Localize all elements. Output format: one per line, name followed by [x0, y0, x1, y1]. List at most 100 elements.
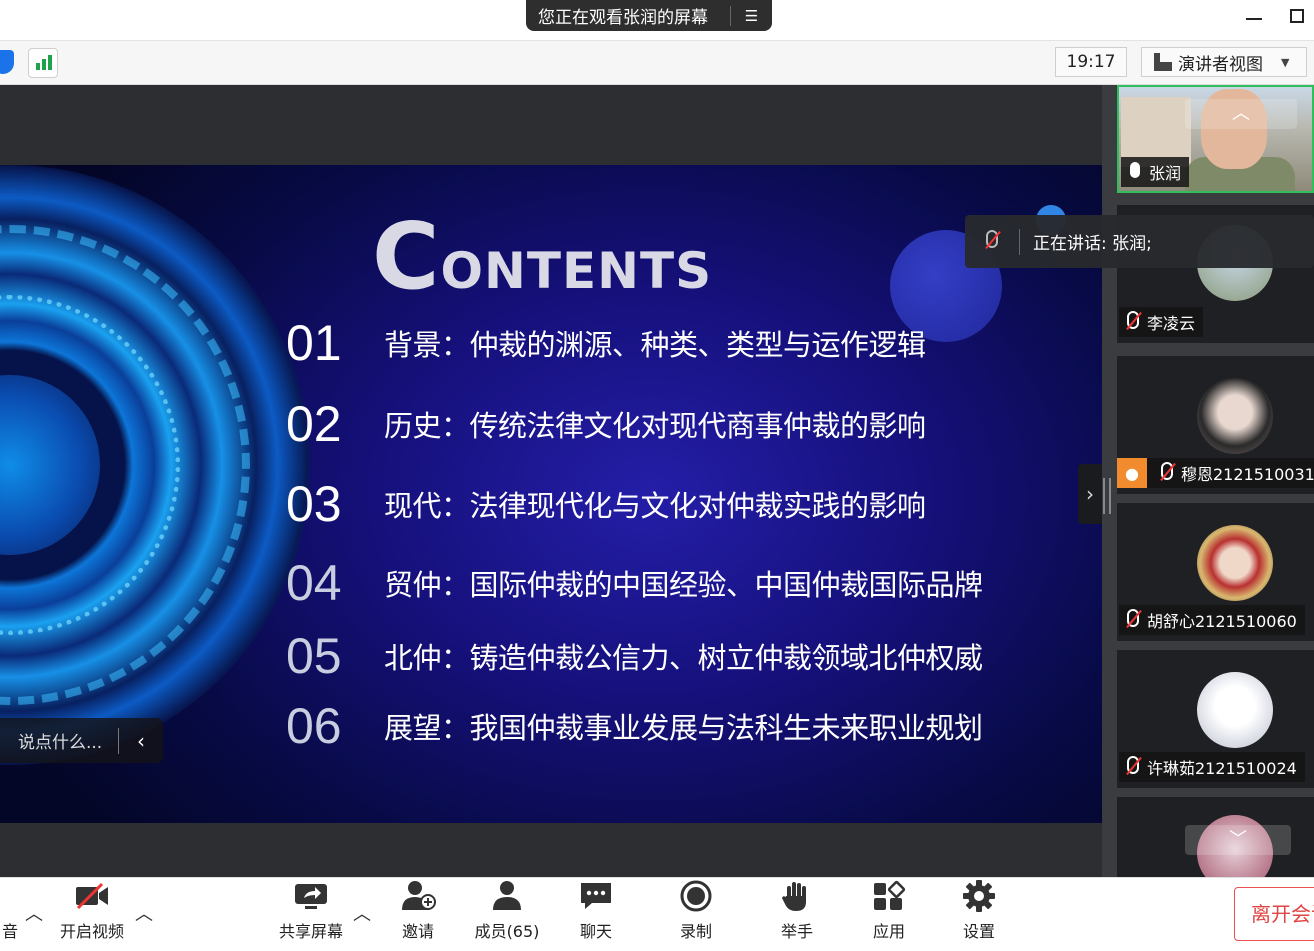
- item-number: 05: [286, 628, 342, 684]
- list-menu-icon[interactable]: ☰: [731, 7, 772, 25]
- mic-muted-icon: [965, 230, 1019, 253]
- record-button[interactable]: 录制: [676, 878, 716, 951]
- contents-item: 02 历史：传统法律文化对现代商事仲裁的影响: [286, 394, 926, 454]
- item-text: 展望：我国仲裁事业发展与法科生未来职业规划: [384, 711, 983, 745]
- participant-name: 胡舒心2121510060: [1147, 612, 1297, 631]
- participant-tile[interactable]: 胡舒心2121510060: [1117, 503, 1314, 641]
- contents-item: 03 现代：法律现代化与文化对仲裁实践的影响: [286, 474, 926, 534]
- slide-title: CONTENTS: [372, 203, 713, 310]
- view-mode-label: 演讲者视图: [1178, 54, 1263, 75]
- share-screen-button[interactable]: 共享屏幕: [276, 878, 346, 951]
- share-screen-icon: [293, 880, 329, 912]
- apps-label: 应用: [872, 922, 905, 941]
- user-icon: ●: [1117, 458, 1147, 488]
- video-off-icon: [74, 880, 110, 912]
- add-user-icon: [400, 880, 436, 912]
- meeting-toolbar: 19:17 演讲者视图 ▼: [0, 41, 1314, 85]
- chevron-up-icon[interactable]: ︿: [135, 900, 153, 926]
- participant-tile[interactable]: ︿ 张润: [1117, 85, 1314, 193]
- chat-bubble-icon: [578, 880, 614, 912]
- audio-label: 音: [1, 922, 18, 941]
- active-speaker-text: 正在讲话: 张润;: [1033, 234, 1152, 254]
- start-video-button[interactable]: 开启视频: [56, 878, 128, 951]
- participant-avatar: [1197, 525, 1273, 601]
- meeting-timer: 19:17: [1055, 47, 1127, 77]
- participant-tile[interactable]: ● 穆恩2121510031: [1117, 356, 1314, 494]
- chevron-left-icon[interactable]: ‹: [119, 729, 163, 753]
- scroll-down-button[interactable]: ﹀: [1185, 825, 1291, 855]
- item-number: 01: [286, 315, 342, 371]
- item-text: 现代：法律现代化与文化对仲裁实践的影响: [384, 489, 926, 523]
- apps-grid-icon: [871, 880, 907, 912]
- maximize-icon[interactable]: [1290, 9, 1304, 23]
- contents-item: 05 北仲：铸造仲裁公信力、树立仲裁领域北仲权威: [286, 626, 983, 686]
- active-speaker-banner: 正在讲话: 张润;: [965, 215, 1314, 268]
- contents-item: 06 展望：我国仲裁事业发展与法科生未来职业规划: [286, 696, 983, 756]
- participant-name: 穆恩2121510031: [1181, 465, 1314, 484]
- members-icon: [489, 880, 525, 912]
- apps-button[interactable]: 应用: [869, 878, 909, 951]
- leave-meeting-button[interactable]: 离开会议: [1234, 887, 1314, 941]
- record-label: 录制: [679, 922, 712, 941]
- video-label: 开启视频: [59, 922, 124, 941]
- participant-name: 张润: [1149, 164, 1182, 183]
- item-text: 贸仲：国际仲裁的中国经验、中国仲裁国际品牌: [384, 568, 983, 602]
- participant-avatar: [1197, 378, 1273, 454]
- chat-label: 聊天: [579, 922, 612, 941]
- layout-icon: [1154, 53, 1172, 71]
- settings-label: 设置: [962, 922, 995, 941]
- record-icon: [678, 880, 714, 912]
- invite-button[interactable]: 邀请: [398, 878, 438, 951]
- chat-button[interactable]: 聊天: [576, 878, 616, 951]
- mic-muted-icon: [1119, 609, 1147, 631]
- contents-item: 04 贸仲：国际仲裁的中国经验、中国仲裁国际品牌: [286, 553, 983, 613]
- mic-muted-icon: [1119, 311, 1147, 333]
- chat-input-box[interactable]: 说点什么... ‹: [0, 718, 163, 763]
- chevron-down-icon: ▼: [1281, 55, 1290, 69]
- members-label: 成员(65): [474, 922, 540, 941]
- contents-item: 01 背景：仲裁的渊源、种类、类型与运作逻辑: [286, 313, 926, 373]
- share-label: 共享屏幕: [278, 922, 343, 941]
- presentation-slide: CONTENTS 01 背景：仲裁的渊源、种类、类型与运作逻辑 02 历史：传统…: [0, 165, 1102, 823]
- scroll-up-button[interactable]: ︿: [1185, 99, 1297, 129]
- mic-muted-icon: [1119, 756, 1147, 778]
- chevron-up-icon[interactable]: ︿: [25, 900, 43, 926]
- settings-button[interactable]: 设置: [959, 878, 999, 951]
- participant-tile[interactable]: ﹀: [1117, 797, 1314, 877]
- chevron-up-icon[interactable]: ︿: [353, 900, 371, 926]
- collapse-panel-button[interactable]: ›: [1078, 464, 1102, 524]
- participant-name-tag: 李凌云: [1119, 307, 1204, 337]
- shared-screen-area: CONTENTS 01 背景：仲裁的渊源、种类、类型与运作逻辑 02 历史：传统…: [0, 85, 1102, 877]
- members-button[interactable]: 成员(65): [472, 878, 542, 951]
- security-shield-icon[interactable]: [0, 50, 14, 74]
- participant-name-tag: ● 穆恩2121510031: [1117, 458, 1314, 488]
- invite-label: 邀请: [401, 922, 434, 941]
- view-mode-dropdown[interactable]: 演讲者视图 ▼: [1141, 47, 1307, 77]
- participant-name: 许琳茹2121510024: [1147, 759, 1297, 778]
- item-text: 北仲：铸造仲裁公信力、树立仲裁领域北仲权威: [384, 641, 983, 675]
- mic-on-icon: [1121, 162, 1149, 182]
- item-text: 历史：传统法律文化对现代商事仲裁的影响: [384, 409, 926, 443]
- item-number: 04: [286, 555, 342, 611]
- item-number: 03: [286, 476, 342, 532]
- item-number: 06: [286, 698, 342, 754]
- sharing-notice-text: 您正在观看张润的屏幕: [538, 8, 708, 28]
- item-text: 背景：仲裁的渊源、种类、类型与运作逻辑: [384, 328, 926, 362]
- participant-name-tag: 许琳茹2121510024: [1119, 752, 1305, 782]
- meeting-controls-bar: 音 ︿ 开启视频 ︿ 共享屏幕 ︿ 邀请 成员(65) 聊天 录制 举手 应用 …: [0, 877, 1314, 951]
- network-signal-icon[interactable]: [28, 48, 58, 78]
- participant-name: 李凌云: [1147, 314, 1196, 333]
- panel-resize-handle[interactable]: [1103, 478, 1111, 514]
- raise-hand-label: 举手: [780, 922, 813, 941]
- audio-button[interactable]: 音: [0, 878, 20, 951]
- sharing-notice-pill[interactable]: 您正在观看张润的屏幕 ☰: [526, 0, 772, 31]
- participant-tile[interactable]: 许琳茹2121510024: [1117, 650, 1314, 788]
- minimize-icon[interactable]: [1244, 8, 1264, 28]
- chat-input-placeholder[interactable]: 说点什么...: [0, 728, 118, 753]
- gear-icon: [961, 880, 997, 912]
- window-titlebar: 您正在观看张润的屏幕 ☰: [0, 0, 1314, 41]
- raise-hand-icon: [779, 880, 815, 912]
- mic-muted-icon: [1153, 462, 1181, 484]
- raise-hand-button[interactable]: 举手: [777, 878, 817, 951]
- item-number: 02: [286, 396, 342, 452]
